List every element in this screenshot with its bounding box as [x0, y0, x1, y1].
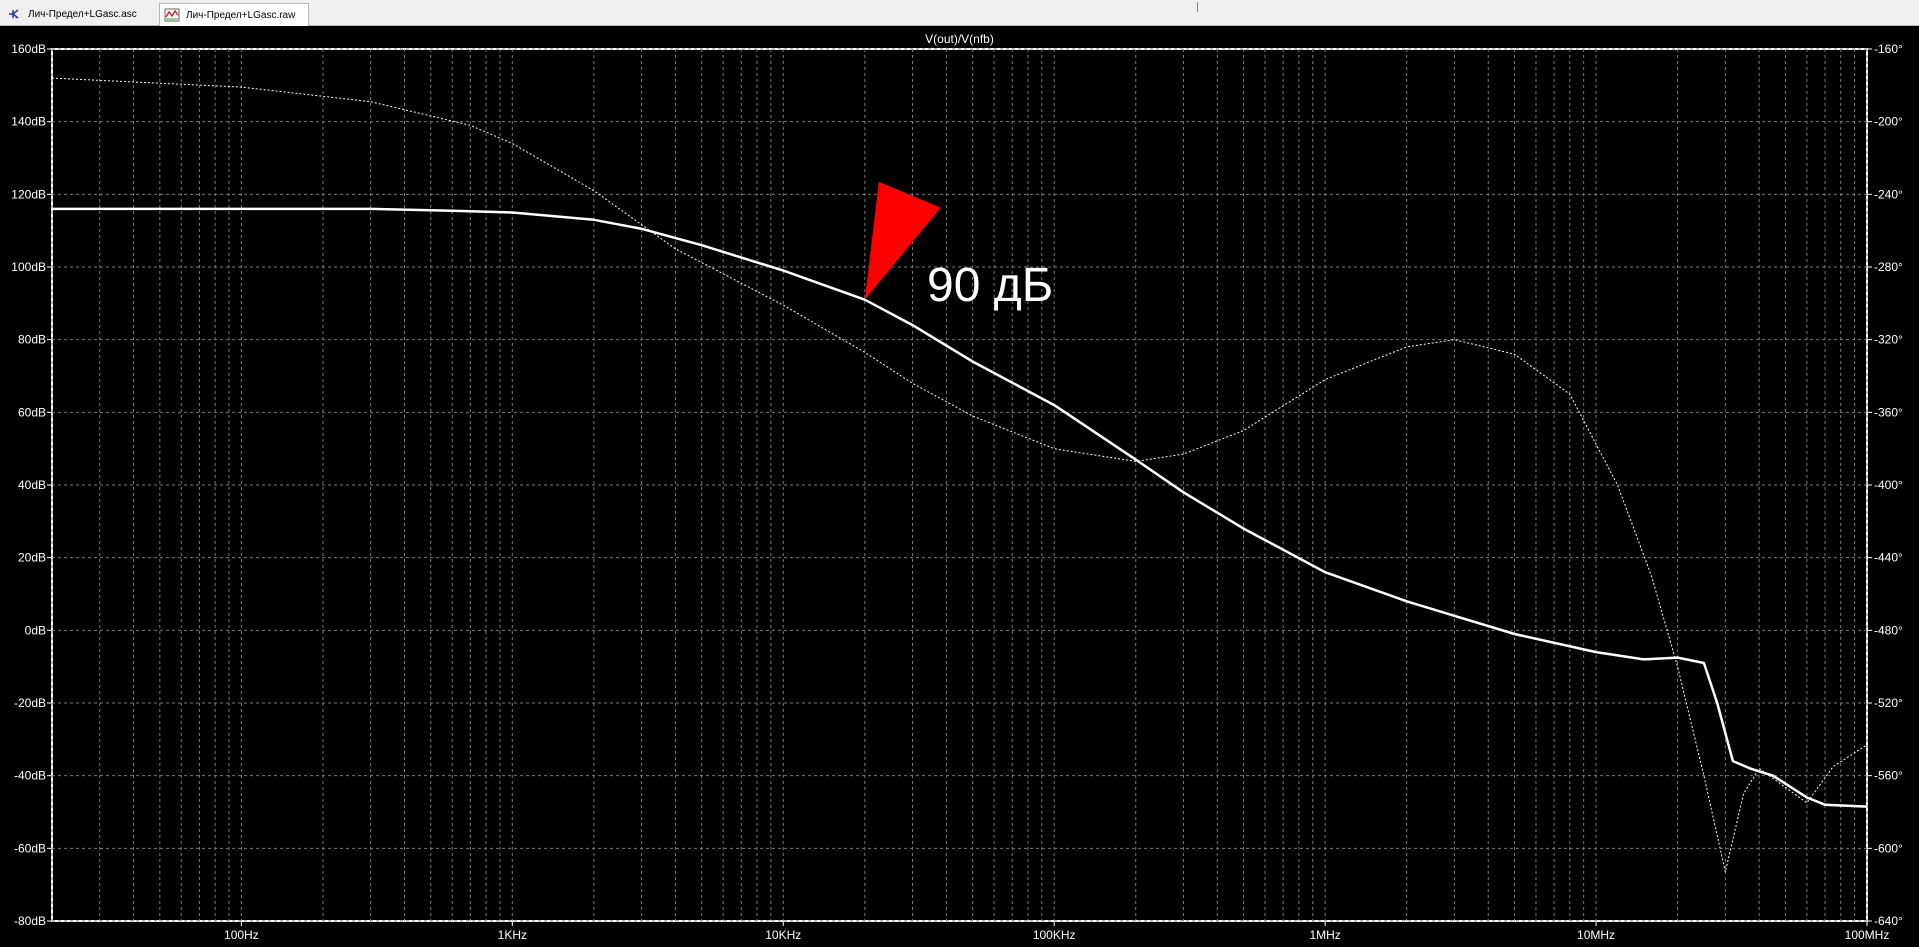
- y-tick-label-right: -600°: [1874, 841, 1903, 855]
- chart-title: V(out)/V(nfb): [925, 32, 994, 46]
- tab-label: Лич-Предел+LGasc.asc: [28, 8, 137, 20]
- y-tick-label-left: 20dB: [18, 551, 46, 565]
- x-tick-label: 100KHz: [1033, 928, 1076, 942]
- waveform-icon: [164, 8, 180, 22]
- y-tick-label-left: 80dB: [18, 333, 46, 347]
- x-tick-label: 100MHz: [1845, 928, 1890, 942]
- y-tick-label-right: -480°: [1874, 623, 1903, 637]
- y-tick-label-right: -240°: [1874, 187, 1903, 201]
- annotation-label: 90 дБ: [927, 259, 1054, 312]
- y-tick-label-left: 100dB: [11, 260, 46, 274]
- bode-plot[interactable]: 160dB 140dB 120dB 100dB 80dB 60dB 40dB 20dB 0dB -…: [0, 27, 1919, 947]
- y-tick-label-left: 140dB: [11, 115, 46, 129]
- y-tick-label-right: -520°: [1874, 696, 1903, 710]
- y-tick-label-right: -320°: [1874, 333, 1903, 347]
- tab-label: Лич-Предел+LGasc.raw: [186, 9, 296, 21]
- y-tick-label-right: -160°: [1874, 42, 1903, 56]
- y-tick-label-left: -80dB: [14, 914, 46, 928]
- x-tick-label: 10MHz: [1577, 928, 1615, 942]
- x-tick-label: 1MHz: [1309, 928, 1340, 942]
- y-tick-label-left: 120dB: [11, 187, 46, 201]
- tab-separator: [1197, 2, 1198, 12]
- y-tick-label-right: -360°: [1874, 405, 1903, 419]
- x-tick-label: 1KHz: [498, 928, 527, 942]
- y-tick-label-left: -20dB: [14, 696, 46, 710]
- y-tick-label-right: -200°: [1874, 115, 1903, 129]
- y-tick-label-right: -560°: [1874, 769, 1903, 783]
- document-tab-bar: Лич-Предел+LGasc.asc Лич-Предел+LGasc.ra…: [0, 0, 1919, 26]
- tab-schematic[interactable]: Лич-Предел+LGasc.asc: [2, 3, 156, 25]
- x-tick-label: 100Hz: [224, 928, 259, 942]
- y-tick-label-left: 160dB: [11, 42, 46, 56]
- tab-waveform[interactable]: Лич-Предел+LGasc.raw: [159, 3, 309, 26]
- y-tick-label-left: -60dB: [14, 841, 46, 855]
- y-tick-label-left: 60dB: [18, 405, 46, 419]
- x-tick-label: 10KHz: [765, 928, 801, 942]
- y-tick-label-left: -40dB: [14, 769, 46, 783]
- y-tick-label-right: -440°: [1874, 551, 1903, 565]
- y-tick-label-left: 40dB: [18, 478, 46, 492]
- y-tick-label-right: -280°: [1874, 260, 1903, 274]
- schematic-icon: [9, 9, 19, 19]
- y-tick-label-right: -400°: [1874, 478, 1903, 492]
- y-tick-label-right: -640°: [1874, 914, 1903, 928]
- y-tick-label-left: 0dB: [25, 623, 46, 637]
